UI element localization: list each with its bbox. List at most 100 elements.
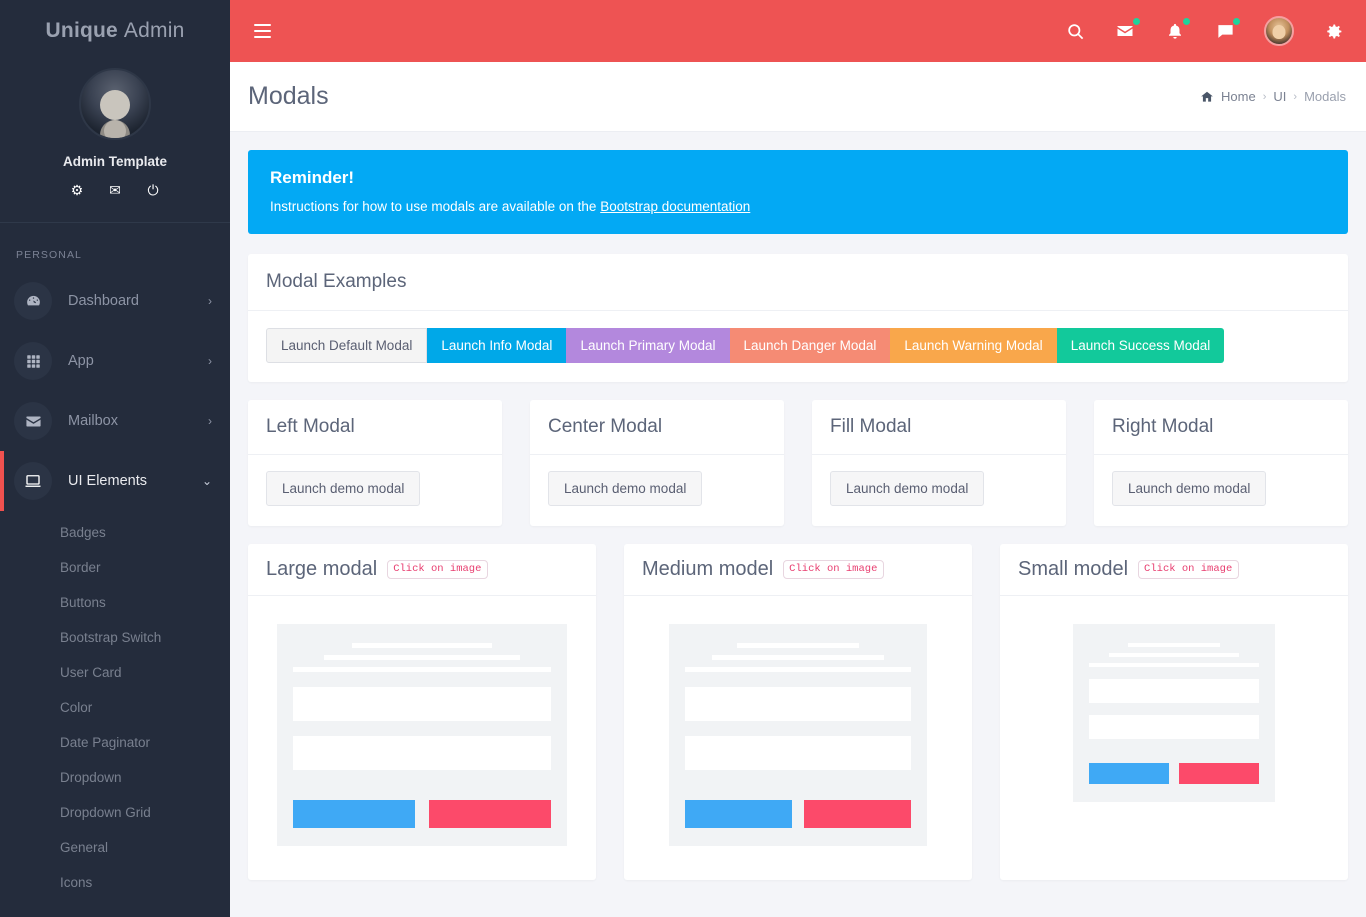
sidebar-item-mailbox[interactable]: Mailbox ›: [0, 391, 230, 451]
profile-name: Admin Template: [62, 154, 167, 169]
card-title: Modal Examples: [266, 271, 407, 292]
card-body: [624, 596, 972, 880]
sidebar-subitem-user-card[interactable]: User Card: [0, 655, 230, 690]
profile-avatar[interactable]: [79, 68, 151, 140]
chevron-right-icon: ›: [208, 354, 212, 368]
placeholder-secondary-button: [804, 800, 912, 829]
click-on-image-badge: Click on image: [387, 560, 489, 579]
monitor-icon: [14, 462, 52, 500]
chat-icon[interactable]: [1214, 18, 1240, 42]
placeholder-line: [292, 667, 552, 673]
launch-danger-modal-button[interactable]: Launch Danger Modal: [729, 328, 891, 363]
notification-dot: [1183, 18, 1190, 25]
card-title: Center Modal: [548, 416, 663, 437]
sidebar-subitem-bootstrap-switch[interactable]: Bootstrap Switch: [0, 620, 230, 655]
settings-gear-icon[interactable]: [1322, 20, 1344, 42]
launch-warning-modal-button[interactable]: Launch Warning Modal: [890, 328, 1057, 363]
home-icon: [1200, 90, 1214, 104]
bootstrap-documentation-link[interactable]: Bootstrap documentation: [600, 199, 750, 214]
alert-text: Instructions for how to use modals are a…: [270, 199, 1326, 214]
sidebar-item-label: App: [68, 353, 94, 369]
modal-size-row: Large modal Click on image Medium model …: [248, 544, 1348, 880]
chevron-right-icon: ›: [208, 414, 212, 428]
placeholder-line: [1127, 643, 1221, 648]
sidebar-subitem-color[interactable]: Color: [0, 690, 230, 725]
breadcrumb-separator: ›: [1293, 90, 1298, 103]
sidebar-subitem-buttons[interactable]: Buttons: [0, 585, 230, 620]
launch-primary-modal-button[interactable]: Launch Primary Modal: [566, 328, 730, 363]
menu-toggle-icon[interactable]: [254, 23, 271, 39]
sidebar-subitem-icons[interactable]: Icons: [0, 865, 230, 900]
sidebar-item-app[interactable]: App ›: [0, 331, 230, 391]
sidebar: Unique Admin Admin Template ⚙ ✉ ⏻ PERSON…: [0, 0, 230, 917]
card-header: Center Modal: [530, 400, 784, 455]
placeholder-line: [323, 655, 521, 661]
right-modal-card: Right Modal Launch demo modal: [1094, 400, 1348, 526]
settings-icon[interactable]: ⚙: [69, 182, 85, 198]
breadcrumb-home[interactable]: Home: [1221, 89, 1256, 104]
placeholder-button-row: [684, 800, 912, 829]
bell-icon[interactable]: [1164, 18, 1190, 42]
alert-text-body: Instructions for how to use modals are a…: [270, 199, 601, 214]
user-avatar[interactable]: [1264, 16, 1294, 46]
sidebar-submenu: Badges Border Buttons Bootstrap Switch U…: [0, 511, 230, 910]
sidebar-subitem-border[interactable]: Border: [0, 550, 230, 585]
mail-icon[interactable]: [1114, 18, 1140, 42]
launch-demo-modal-button[interactable]: Launch demo modal: [548, 471, 703, 506]
card-title: Large modal: [266, 558, 378, 580]
sidebar-subitem-dropdown[interactable]: Dropdown: [0, 760, 230, 795]
small-modal-preview-image[interactable]: [1073, 624, 1275, 802]
launch-demo-modal-button[interactable]: Launch demo modal: [830, 471, 985, 506]
app-root: Unique Admin Admin Template ⚙ ✉ ⏻ PERSON…: [0, 0, 1366, 917]
placeholder-button-row: [1088, 763, 1260, 785]
placeholder-field: [292, 736, 552, 771]
launch-default-modal-button[interactable]: Launch Default Modal: [266, 328, 428, 363]
breadcrumb-current: Modals: [1304, 89, 1346, 104]
profile-action-icons: ⚙ ✉ ⏻: [0, 182, 230, 198]
sidebar-subitem-general[interactable]: General: [0, 830, 230, 865]
launch-info-modal-button[interactable]: Launch Info Modal: [427, 328, 567, 363]
chevron-right-icon: ›: [208, 294, 212, 308]
sidebar-item-label: Mailbox: [68, 413, 118, 429]
card-body: Launch demo modal: [530, 455, 784, 526]
modal-examples-card: Modal Examples Launch Default Modal Laun…: [248, 254, 1348, 382]
breadcrumb-separator: ›: [1262, 90, 1267, 103]
launch-success-modal-button[interactable]: Launch Success Modal: [1056, 328, 1225, 363]
placeholder-line: [711, 655, 885, 661]
placeholder-primary-button: [684, 800, 792, 829]
breadcrumb-ui[interactable]: UI: [1273, 89, 1286, 104]
search-icon[interactable]: [1064, 20, 1086, 42]
sidebar-item-dashboard[interactable]: Dashboard ›: [0, 271, 230, 331]
sidebar-subitem-badges[interactable]: Badges: [0, 515, 230, 550]
card-body: [248, 596, 596, 880]
placeholder-button-row: [292, 800, 552, 829]
page-content: Reminder! Instructions for how to use mo…: [230, 132, 1366, 898]
sidebar-subitem-dropdown-grid[interactable]: Dropdown Grid: [0, 795, 230, 830]
mail-icon[interactable]: ✉: [107, 182, 123, 198]
placeholder-primary-button: [292, 800, 415, 829]
modal-position-row: Left Modal Launch demo modal Center Moda…: [248, 400, 1348, 526]
center-modal-card: Center Modal Launch demo modal: [530, 400, 784, 526]
sidebar-item-ui-elements[interactable]: UI Elements ⌄: [0, 451, 230, 511]
card-body: Launch Default Modal Launch Info Modal L…: [248, 311, 1348, 382]
brand-logo[interactable]: Unique Admin: [0, 0, 230, 62]
placeholder-field: [1088, 679, 1260, 704]
notification-dot: [1133, 18, 1140, 25]
launch-demo-modal-button[interactable]: Launch demo modal: [266, 471, 421, 506]
page-title: Modals: [248, 82, 329, 110]
card-header: Large modal Click on image: [248, 544, 596, 596]
large-modal-preview-image[interactable]: [277, 624, 567, 846]
sidebar-subitem-date-paginator[interactable]: Date Paginator: [0, 725, 230, 760]
modal-launch-button-group: Launch Default Modal Launch Info Modal L…: [266, 328, 1330, 363]
placeholder-field: [684, 736, 912, 771]
small-modal-card: Small model Click on image: [1000, 544, 1348, 880]
launch-demo-modal-button[interactable]: Launch demo modal: [1112, 471, 1267, 506]
card-header: Left Modal: [248, 400, 502, 455]
power-icon[interactable]: ⏻: [145, 182, 161, 198]
card-body: Launch demo modal: [812, 455, 1066, 526]
placeholder-field: [1088, 715, 1260, 740]
envelope-icon: [14, 402, 52, 440]
medium-modal-preview-image[interactable]: [669, 624, 927, 846]
placeholder-field: [292, 687, 552, 722]
placeholder-primary-button: [1088, 763, 1170, 785]
